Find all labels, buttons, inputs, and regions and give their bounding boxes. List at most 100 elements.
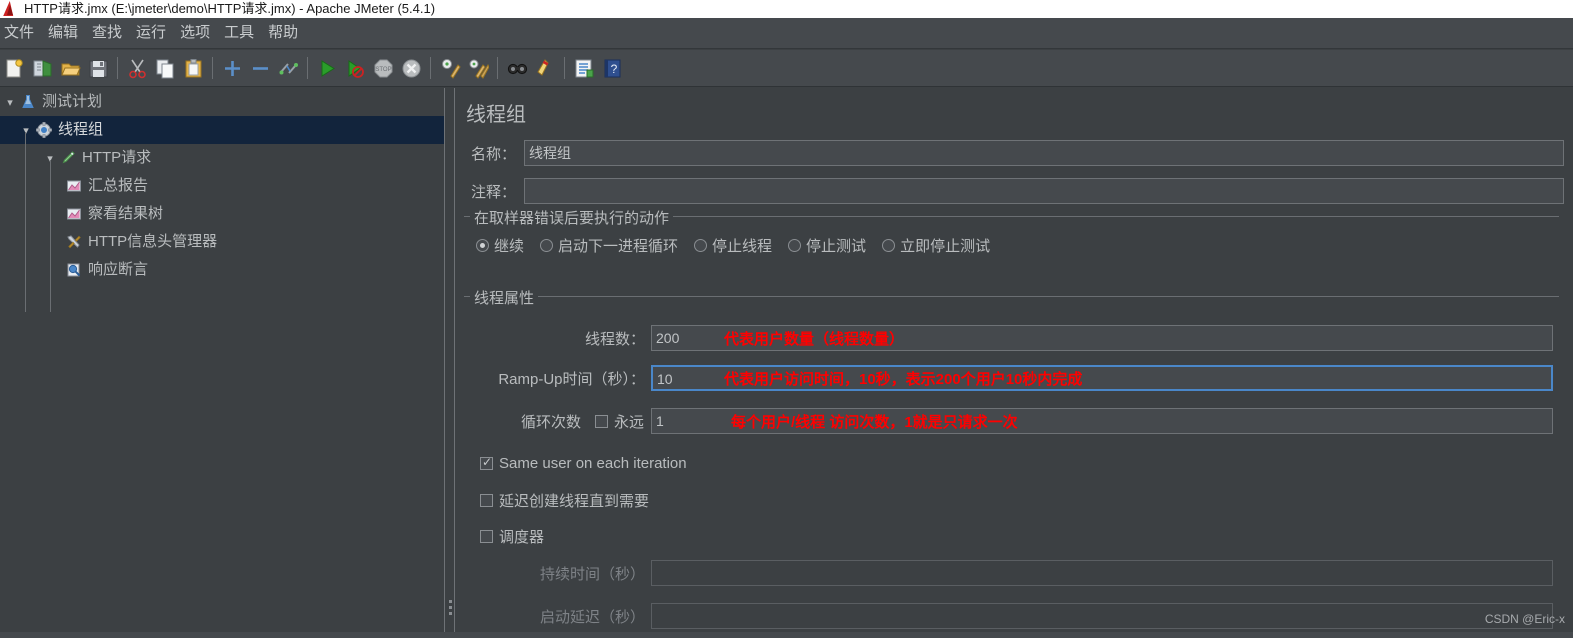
toolbar: STOP ?	[0, 50, 1573, 87]
tree-guide-line	[50, 160, 51, 312]
svg-text:?: ?	[610, 62, 617, 76]
loop-count-label: 循环次数	[520, 413, 581, 431]
radio-stop-thread[interactable]	[694, 239, 708, 252]
chevron-down-icon[interactable]: ▾	[2, 96, 18, 109]
start-no-pauses-icon	[348, 59, 364, 78]
annotation-num-threads: 代表用户数量（线程数量）	[724, 331, 905, 348]
toolbar-function-helper-button[interactable]	[570, 53, 598, 83]
status-strip	[0, 632, 1573, 638]
tree-node-header-manager[interactable]: HTTP信息头管理器	[0, 228, 444, 256]
startup-delay-label: 启动延迟（秒）	[539, 608, 645, 626]
expand-icon	[224, 60, 240, 76]
toggle-icon	[279, 62, 298, 74]
splitter-grip-icon	[449, 600, 452, 603]
radio-start-next-loop[interactable]	[540, 239, 554, 252]
toolbar-paste-button[interactable]	[179, 53, 207, 83]
toolbar-search-reset-button[interactable]	[531, 53, 559, 83]
name-field-row: 名称： 线程组	[466, 140, 1566, 166]
scheduler-label: 调度器	[499, 529, 545, 546]
scheduler-row[interactable]: 调度器	[480, 526, 544, 547]
tree-node-http-request[interactable]: ▾ HTTP请求	[0, 144, 444, 172]
templates-icon	[33, 59, 51, 76]
toolbar-stop-button[interactable]: STOP	[369, 53, 397, 83]
comment-field-row: 注释：	[466, 178, 1566, 204]
radio-stop-test[interactable]	[788, 239, 802, 252]
search-reset-icon	[536, 58, 549, 76]
tree-node-thread-group[interactable]: ▾ 线程组	[0, 116, 444, 144]
same-user-label: Same user on each iteration	[499, 455, 687, 472]
chevron-down-icon[interactable]: ▾	[18, 124, 34, 137]
radio-stop-test-label: 停止测试	[806, 238, 867, 255]
on-sampler-error-group-title: 在取样器错误后要执行的动作	[470, 207, 674, 228]
startup-delay-input[interactable]	[651, 603, 1553, 629]
shutdown-icon	[402, 59, 420, 77]
jmeter-window: HTTP请求.jmx (E:\jmeter\demo\HTTP请求.jmx) -…	[0, 0, 1573, 638]
toolbar-collapse-button[interactable]	[246, 53, 274, 83]
window-title: HTTP请求.jmx (E:\jmeter\demo\HTTP请求.jmx) -…	[24, 1, 436, 16]
duration-input[interactable]	[651, 560, 1553, 586]
menu-file[interactable]: 文件	[0, 18, 41, 48]
scheduler-checkbox[interactable]	[480, 530, 493, 543]
tree-node-view-results-tree[interactable]: 察看结果树	[0, 200, 444, 228]
comment-input[interactable]	[524, 178, 1564, 204]
tree-node-label: 响应断言	[88, 261, 149, 278]
response-assertion-icon	[64, 261, 84, 279]
toolbar-templates-button[interactable]	[28, 53, 56, 83]
jmeter-flame-logo-icon	[0, 0, 18, 18]
toolbar-cut-button[interactable]	[123, 53, 151, 83]
svg-text:STOP: STOP	[375, 67, 391, 73]
toolbar-clear-button[interactable]	[436, 53, 464, 83]
toolbar-open-button[interactable]	[56, 53, 84, 83]
toolbar-start-button[interactable]	[313, 53, 341, 83]
title-bar: HTTP请求.jmx (E:\jmeter\demo\HTTP请求.jmx) -…	[0, 0, 1573, 18]
collapse-icon	[252, 66, 268, 70]
delay-thread-creation-checkbox[interactable]	[480, 494, 493, 507]
toolbar-toggle-button[interactable]	[274, 53, 302, 83]
tree-node-response-assertion[interactable]: 响应断言	[0, 256, 444, 284]
toolbar-search-button[interactable]	[503, 53, 531, 83]
same-user-checkbox[interactable]	[480, 455, 493, 470]
toolbar-expand-button[interactable]	[218, 53, 246, 83]
radio-continue[interactable]	[476, 239, 489, 252]
name-input[interactable]: 线程组	[524, 140, 1564, 166]
forever-label: 永远	[614, 413, 645, 431]
toolbar-start-no-pauses-button[interactable]	[341, 53, 369, 83]
menu-tools[interactable]: 工具	[217, 18, 261, 48]
toolbar-save-button[interactable]	[84, 53, 112, 83]
panel-splitter[interactable]	[444, 88, 455, 638]
tree-node-label: 汇总报告	[88, 177, 149, 194]
toolbar-help-button[interactable]: ?	[598, 53, 626, 83]
test-plan-tree[interactable]: ▾ 测试计划 ▾ 线程组 ▾ HTTP请求 汇总报告 察看结果树 HTTP信息头…	[0, 88, 444, 638]
tree-node-test-plan[interactable]: ▾ 测试计划	[0, 88, 444, 116]
menu-options[interactable]: 选项	[173, 18, 217, 48]
summary-report-icon	[64, 177, 84, 195]
menu-help[interactable]: 帮助	[261, 18, 305, 48]
thread-group-icon	[34, 121, 54, 139]
delay-thread-creation-row[interactable]: 延迟创建线程直到需要	[480, 490, 649, 511]
menu-edit[interactable]: 编辑	[41, 18, 85, 48]
paste-icon	[185, 58, 201, 77]
clear-icon	[441, 58, 461, 79]
menu-search[interactable]: 查找	[85, 18, 129, 48]
toolbar-separator	[117, 57, 118, 79]
toolbar-clear-all-button[interactable]	[464, 53, 492, 83]
menu-run[interactable]: 运行	[129, 18, 173, 48]
toolbar-copy-button[interactable]	[151, 53, 179, 83]
toolbar-shutdown-button[interactable]	[397, 53, 425, 83]
stop-icon: STOP	[374, 59, 392, 77]
forever-checkbox[interactable]	[595, 414, 608, 428]
toolbar-separator	[430, 57, 431, 79]
name-label: 名称：	[470, 145, 516, 163]
tree-node-summary-report[interactable]: 汇总报告	[0, 172, 444, 200]
radio-stop-test-now[interactable]	[882, 239, 896, 252]
test-plan-icon	[18, 93, 38, 111]
tree-node-label: HTTP请求	[82, 149, 152, 166]
same-user-checkbox-row[interactable]: Same user on each iteration	[480, 455, 687, 472]
annotation-ramp-up: 代表用户访问时间，10秒，表示200个用户10秒内完成	[724, 371, 1083, 388]
comment-label: 注释：	[470, 183, 516, 201]
start-icon	[321, 59, 335, 77]
new-icon	[6, 58, 23, 77]
toolbar-new-button[interactable]	[0, 53, 28, 83]
on-sampler-error-radio-group: 继续 启动下一进程循环 停止线程 停止测试 立即停止测试	[476, 235, 1006, 256]
toolbar-separator	[564, 57, 565, 79]
